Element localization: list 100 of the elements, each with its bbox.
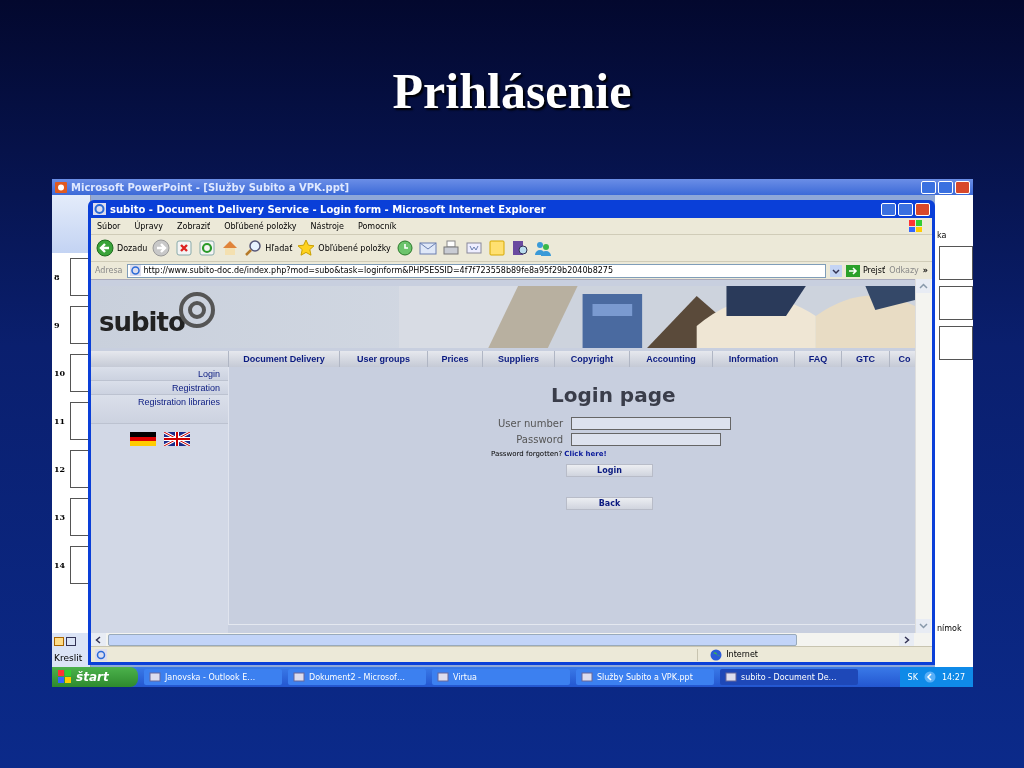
- toolbar-panel: [52, 195, 90, 253]
- forward-toolbar-button[interactable]: [152, 239, 171, 257]
- close-button[interactable]: [915, 202, 930, 216]
- input-field[interactable]: [571, 433, 721, 446]
- minimize-button[interactable]: [881, 202, 896, 216]
- taskbar-button[interactable]: subito - Document De…: [720, 669, 858, 685]
- language-indicator[interactable]: SK: [907, 672, 918, 682]
- slide-number: 14: [54, 560, 66, 570]
- globe-icon: [710, 648, 723, 661]
- slide-thumbnail[interactable]: [70, 402, 90, 440]
- window-icon: [581, 671, 593, 683]
- book-icon: [510, 239, 529, 257]
- nav-tab[interactable]: Information: [713, 351, 795, 367]
- slide-number: 10: [54, 368, 66, 378]
- form-button[interactable]: Login: [566, 464, 653, 477]
- windows-logo-icon: [58, 670, 72, 684]
- nav-tab[interactable]: FAQ: [795, 351, 842, 367]
- chevron-icon[interactable]: [923, 671, 936, 683]
- german-flag-icon[interactable]: [130, 432, 156, 446]
- note-icon: [487, 239, 506, 257]
- taskbar-button[interactable]: Janovska - Outlook E…: [144, 669, 282, 685]
- nav-tab[interactable]: Prices: [428, 351, 483, 367]
- house-icon: [221, 239, 240, 257]
- slide-number: 11: [54, 416, 66, 426]
- british-flag-icon[interactable]: [164, 432, 190, 446]
- nav-tab[interactable]: Copyright: [555, 351, 630, 367]
- slide-thumbnail[interactable]: [70, 450, 90, 488]
- back-toolbar-button[interactable]: Dozadu: [96, 239, 148, 257]
- slide-thumbnail[interactable]: [939, 246, 973, 280]
- pane-text: nímok: [936, 624, 963, 633]
- scrollbar-thumb[interactable]: [108, 633, 797, 646]
- search-icon: [244, 239, 263, 257]
- go-button[interactable]: Prejsť: [845, 264, 886, 277]
- nav-tab[interactable]: Accounting: [630, 351, 713, 367]
- back-arrow-icon: [96, 239, 114, 257]
- status-text: Internet: [726, 650, 758, 659]
- maximize-button[interactable]: [938, 180, 953, 194]
- menu-item[interactable]: Úpravy: [134, 221, 163, 231]
- close-button[interactable]: [955, 180, 970, 194]
- slide-title: Prihlásenie: [392, 62, 632, 120]
- slide-number: 9: [54, 320, 61, 330]
- field-label: Password: [515, 434, 563, 445]
- window-icon: [725, 671, 737, 683]
- slide-number: 8: [54, 272, 61, 282]
- stop-toolbar-button[interactable]: [175, 239, 194, 257]
- clock-icon: [395, 239, 414, 257]
- slide-thumbnail[interactable]: [70, 306, 90, 344]
- slide-thumbnail[interactable]: [70, 498, 90, 536]
- nav-tab[interactable]: Suppliers: [483, 351, 555, 367]
- field-label: User number: [497, 418, 563, 429]
- minimize-button[interactable]: [921, 180, 936, 194]
- history-toolbar-button[interactable]: [395, 239, 414, 257]
- app-icon: [55, 181, 67, 193]
- menu-item[interactable]: Zobraziť: [177, 221, 211, 231]
- slide-thumbnail[interactable]: [70, 546, 90, 584]
- nav-tab[interactable]: Document Delivery: [229, 351, 340, 367]
- window-icon: [293, 671, 305, 683]
- taskbar-button[interactable]: Virtua: [432, 669, 570, 685]
- browser-icon: [93, 203, 106, 215]
- star-icon: [297, 239, 316, 257]
- sidebar-link[interactable]: Registration libraries: [91, 395, 228, 424]
- slide-number: 13: [54, 512, 66, 522]
- view-icon[interactable]: [54, 636, 78, 646]
- pane-text: ka: [936, 231, 948, 240]
- nav-tab[interactable]: User groups: [340, 351, 428, 367]
- slide-thumbnail[interactable]: [70, 258, 90, 296]
- stop-icon: [175, 239, 194, 257]
- form-button[interactable]: Back: [566, 497, 653, 510]
- envelope-icon: [418, 239, 437, 257]
- page-icon: [95, 648, 107, 661]
- window-icon: [437, 671, 449, 683]
- slide-thumbnail[interactable]: [70, 354, 90, 392]
- taskbar-button[interactable]: Služby Subito a VPK.ppt: [576, 669, 714, 685]
- mail-toolbar-button[interactable]: [418, 239, 437, 257]
- menu-item[interactable]: Nástroje: [310, 221, 344, 231]
- input-field[interactable]: [571, 417, 731, 430]
- print-toolbar-button[interactable]: [441, 239, 460, 257]
- research-toolbar-button[interactable]: [510, 239, 529, 257]
- sidebar-link[interactable]: Login: [91, 367, 228, 381]
- people-icon: [533, 239, 552, 257]
- refresh-toolbar-button[interactable]: [198, 239, 217, 257]
- favorites-toolbar-button[interactable]: Obľúbené položky: [297, 239, 391, 257]
- maximize-button[interactable]: [898, 202, 913, 216]
- nav-tab[interactable]: GTC: [842, 351, 890, 367]
- menu-item[interactable]: Súbor: [97, 221, 121, 231]
- slide-thumbnail[interactable]: [939, 286, 973, 320]
- address-field[interactable]: http://www.subito-doc.de/index.php?mod=subo&task=loginform&PHPSESSID=4f7f723558b89fe8a95f29b2040b8275: [126, 263, 826, 278]
- menu-item[interactable]: Pomocník: [357, 221, 397, 231]
- page-icon: [129, 265, 141, 276]
- search-toolbar-button[interactable]: Hľadať: [244, 239, 293, 257]
- window-title: Microsoft PowerPoint - [Služby Subito a VPK.ppt]: [71, 181, 350, 193]
- menu-item[interactable]: Obľúbené položky: [224, 221, 297, 231]
- dropdown-icon[interactable]: [829, 264, 842, 277]
- taskbar-button[interactable]: Dokument2 - Microsof…: [288, 669, 426, 685]
- page-heading: Login page: [551, 383, 677, 407]
- refresh-icon: [198, 239, 217, 257]
- slide-thumbnail[interactable]: [939, 326, 973, 360]
- more-button[interactable]: »: [922, 266, 928, 275]
- logo[interactable]: subito: [99, 307, 185, 337]
- sidebar-link[interactable]: Registration: [91, 381, 228, 395]
